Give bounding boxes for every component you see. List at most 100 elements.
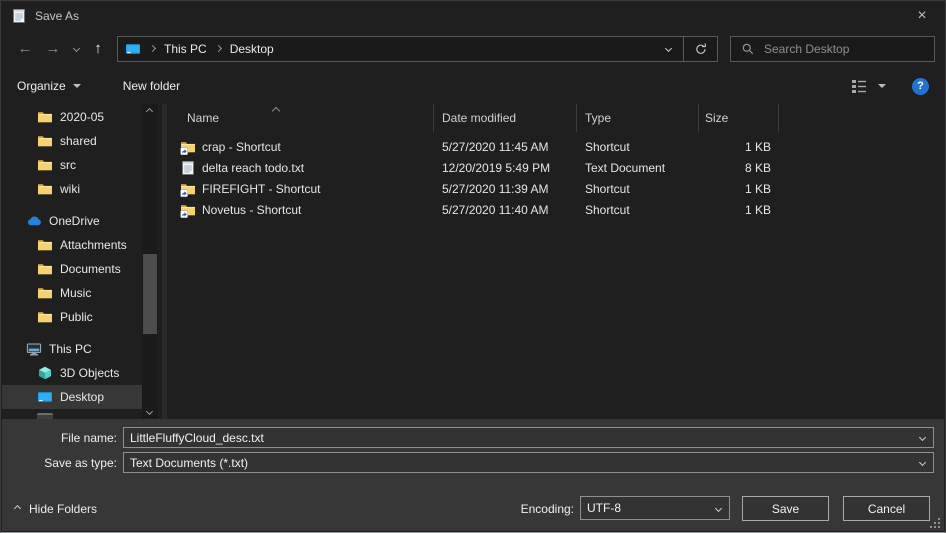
sidebar-item-3d-objects[interactable]: 3D Objects (2, 361, 142, 385)
breadcrumb-separator-icon (149, 45, 156, 52)
resize-grip-icon[interactable] (929, 517, 941, 529)
column-header-size[interactable]: Size (699, 104, 779, 132)
hide-folders-label: Hide Folders (29, 502, 97, 516)
cancel-button[interactable]: Cancel (843, 496, 930, 521)
scroll-down-icon[interactable] (146, 408, 153, 415)
organize-label: Organize (17, 79, 66, 93)
file-type: Text Document (577, 161, 699, 175)
file-name: delta reach todo.txt (202, 161, 304, 175)
back-button[interactable]: ← (11, 36, 39, 62)
hide-folders-button[interactable]: Hide Folders (15, 496, 97, 521)
computer-icon (26, 341, 42, 357)
file-row[interactable]: Novetus - Shortcut 5/27/2020 11:40 AM Sh… (167, 199, 944, 220)
folder-shortcut-icon (180, 181, 196, 197)
folder-icon (37, 237, 53, 253)
file-row[interactable]: FIREFIGHT - Shortcut 5/27/2020 11:39 AM … (167, 178, 944, 199)
text-document-icon (180, 160, 196, 176)
forward-button[interactable]: → (39, 36, 67, 62)
sort-ascending-icon (272, 107, 280, 115)
cancel-button-label: Cancel (868, 502, 905, 516)
sidebar-item-attachments[interactable]: Attachments (2, 233, 142, 257)
back-arrow-icon: ← (18, 41, 33, 56)
file-name-input[interactable] (124, 428, 933, 447)
notepad-app-icon (11, 8, 27, 24)
column-label: Date modified (442, 111, 516, 125)
breadcrumb-desktop[interactable]: Desktop (230, 42, 274, 56)
organize-button[interactable]: Organize (17, 79, 81, 93)
sidebar-item-src[interactable]: src (2, 153, 142, 177)
sidebar-item-desktop[interactable]: Desktop (2, 385, 142, 409)
sidebar-item-label: Desktop (60, 390, 104, 404)
column-header-date-modified[interactable]: Date modified (434, 104, 577, 132)
up-button[interactable]: ↑ (85, 36, 111, 62)
window-title: Save As (35, 9, 79, 23)
views-dropdown-caret-icon[interactable] (878, 84, 886, 88)
scrollbar-thumb[interactable] (143, 254, 157, 334)
sidebar-item-wiki[interactable]: wiki (2, 177, 142, 201)
encoding-dropdown[interactable]: UTF-8 (580, 496, 730, 520)
file-name: FIREFIGHT - Shortcut (202, 182, 320, 196)
sidebar-scrollbar[interactable] (142, 104, 158, 419)
sidebar-item-label: 3D Objects (60, 366, 119, 380)
column-header-type[interactable]: Type (577, 104, 699, 132)
address-bar[interactable]: This PC Desktop (117, 36, 718, 62)
sidebar-item-2020-05[interactable]: 2020-05 (2, 105, 142, 129)
save-button[interactable]: Save (742, 496, 829, 521)
scroll-up-icon[interactable] (146, 108, 153, 115)
sidebar-item-partial[interactable] (2, 409, 142, 419)
sidebar-item-documents[interactable]: Documents (2, 257, 142, 281)
column-header-name[interactable]: Name (167, 104, 434, 132)
sidebar-item-onedrive[interactable]: OneDrive (2, 209, 142, 233)
sidebar-item-this-pc[interactable]: This PC (2, 337, 142, 361)
folder-icon (37, 261, 53, 277)
new-folder-label: New folder (123, 79, 180, 93)
file-row[interactable]: crap - Shortcut 5/27/2020 11:45 AM Short… (167, 136, 944, 157)
sidebar-item-label: OneDrive (49, 214, 100, 228)
address-dropdown-button[interactable] (653, 37, 683, 61)
save-as-dialog: Save As × ← → ↑ This PC Desktop (0, 0, 946, 533)
file-date: 5/27/2020 11:45 AM (434, 140, 577, 154)
search-box[interactable] (730, 36, 935, 62)
file-size: 1 KB (699, 182, 779, 196)
encoding-value: UTF-8 (581, 501, 621, 515)
onedrive-cloud-icon (26, 213, 42, 229)
column-label: Size (705, 111, 728, 125)
save-as-type-dropdown[interactable]: Text Documents (*.txt) (123, 452, 934, 473)
recent-locations-button[interactable] (67, 36, 85, 62)
sidebar-item-music[interactable]: Music (2, 281, 142, 305)
refresh-button[interactable] (684, 37, 717, 61)
folder-icon (37, 309, 53, 325)
refresh-icon (694, 42, 708, 56)
details-view-icon[interactable] (850, 77, 868, 95)
sidebar-item-label: Attachments (60, 238, 127, 252)
sidebar-item-shared[interactable]: shared (2, 129, 142, 153)
file-type: Shortcut (577, 203, 699, 217)
file-type: Shortcut (577, 140, 699, 154)
new-folder-button[interactable]: New folder (123, 79, 180, 93)
chevron-down-icon[interactable] (919, 459, 926, 466)
desktop-monitor-icon (37, 389, 53, 405)
breadcrumb: This PC Desktop (118, 41, 653, 57)
file-row[interactable]: delta reach todo.txt 12/20/2019 5:49 PM … (167, 157, 944, 178)
save-button-label: Save (772, 502, 799, 516)
sidebar-item-label: shared (60, 134, 97, 148)
chevron-up-icon (14, 505, 21, 512)
file-name: crap - Shortcut (202, 140, 281, 154)
search-input[interactable] (764, 42, 934, 56)
folder-icon (37, 157, 53, 173)
file-list: Name Date modified Type Size crap - (167, 104, 944, 419)
command-toolbar: Organize New folder ? (1, 68, 945, 104)
3d-cube-icon (37, 365, 53, 381)
save-controls-panel: File name: Save as type: Text Documents … (2, 419, 944, 531)
chevron-down-icon[interactable] (715, 505, 722, 512)
chevron-down-icon (72, 45, 79, 52)
file-date: 5/27/2020 11:39 AM (434, 182, 577, 196)
breadcrumb-this-pc[interactable]: This PC (164, 42, 207, 56)
folder-icon (37, 285, 53, 301)
sidebar-item-public[interactable]: Public (2, 305, 142, 329)
file-name-combobox[interactable] (123, 427, 934, 448)
close-button[interactable]: × (899, 1, 945, 31)
help-button[interactable]: ? (912, 78, 929, 95)
folder-icon (37, 109, 53, 125)
file-size: 8 KB (699, 161, 779, 175)
